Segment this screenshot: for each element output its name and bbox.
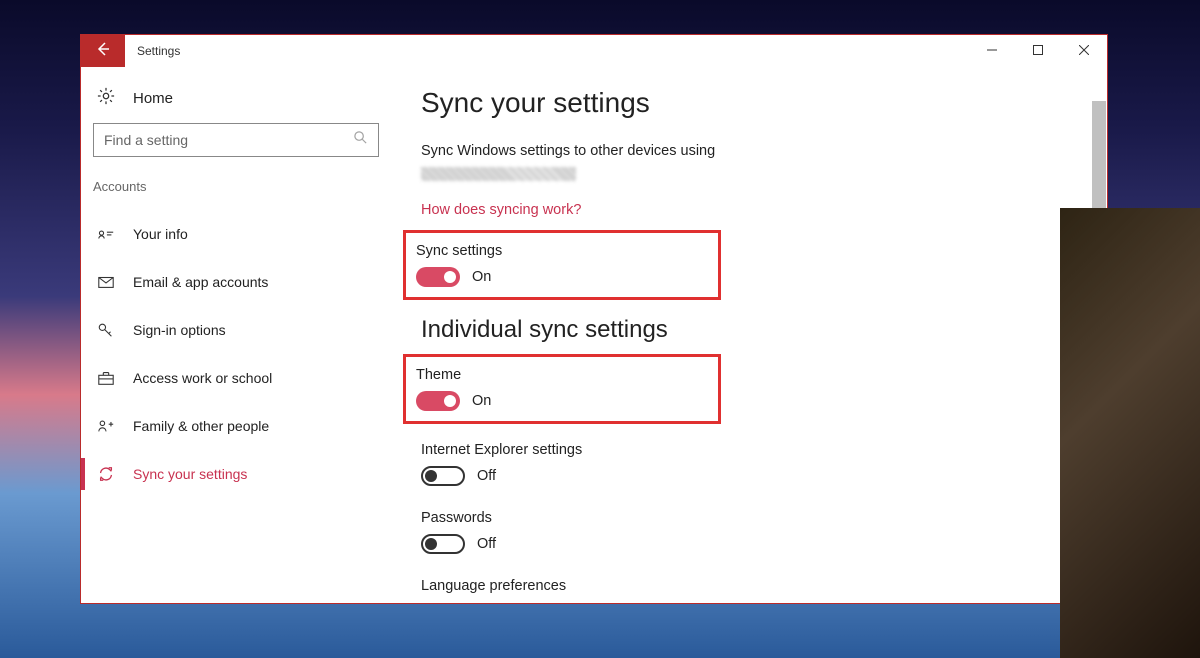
sidebar-item-work-school[interactable]: Access work or school [93, 354, 379, 402]
key-icon [97, 321, 115, 339]
theme-group: Theme On [403, 354, 721, 424]
search-icon [353, 130, 368, 150]
sync-icon [97, 465, 115, 483]
minimize-icon [987, 42, 997, 60]
content-pane: Sync your settings Sync Windows settings… [391, 67, 1107, 603]
titlebar: Settings [81, 35, 1107, 67]
language-group: Language preferences [421, 566, 721, 594]
sidebar-item-signin[interactable]: Sign-in options [93, 306, 379, 354]
sidebar-item-label: Sync your settings [133, 466, 247, 482]
briefcase-icon [97, 369, 115, 387]
sidebar-item-label: Sign-in options [133, 322, 226, 338]
gear-icon [97, 87, 115, 109]
sidebar: Home Accounts Your info Email & app [81, 67, 391, 603]
passwords-state: Off [477, 536, 496, 552]
sidebar-item-family[interactable]: Family & other people [93, 402, 379, 450]
account-redacted [421, 167, 576, 181]
ie-state: Off [477, 468, 496, 484]
home-label: Home [133, 90, 173, 107]
language-label: Language preferences [421, 578, 721, 594]
individual-heading: Individual sync settings [421, 316, 1107, 344]
sync-settings-label: Sync settings [416, 243, 708, 259]
mail-icon [97, 273, 115, 291]
settings-window: Settings Home [80, 34, 1108, 604]
page-heading: Sync your settings [421, 87, 1107, 119]
sidebar-item-label: Email & app accounts [133, 274, 268, 290]
back-button[interactable] [81, 35, 125, 67]
ie-toggle[interactable] [421, 466, 465, 486]
ie-group: Internet Explorer settings Off [421, 430, 721, 498]
sidebar-category: Accounts [93, 179, 379, 210]
person-card-icon [97, 225, 115, 243]
theme-label: Theme [416, 367, 708, 383]
window-title: Settings [125, 35, 969, 67]
arrow-left-icon [95, 41, 111, 62]
minimize-button[interactable] [969, 35, 1015, 67]
sync-settings-state: On [472, 269, 491, 285]
window-controls [969, 35, 1107, 67]
close-button[interactable] [1061, 35, 1107, 67]
sidebar-item-email[interactable]: Email & app accounts [93, 258, 379, 306]
sync-settings-toggle[interactable] [416, 267, 460, 287]
scrollbar-thumb[interactable] [1092, 101, 1106, 461]
sidebar-item-label: Access work or school [133, 370, 272, 386]
passwords-label: Passwords [421, 510, 721, 526]
theme-state: On [472, 393, 491, 409]
theme-toggle[interactable] [416, 391, 460, 411]
ie-label: Internet Explorer settings [421, 442, 721, 458]
maximize-icon [1033, 42, 1043, 60]
search-box[interactable] [93, 123, 379, 157]
window-body: Home Accounts Your info Email & app [81, 67, 1107, 603]
sync-settings-group: Sync settings On [403, 230, 721, 300]
passwords-toggle[interactable] [421, 534, 465, 554]
sidebar-item-label: Family & other people [133, 418, 269, 434]
maximize-button[interactable] [1015, 35, 1061, 67]
sidebar-item-your-info[interactable]: Your info [93, 210, 379, 258]
scrollbar[interactable] [1092, 101, 1106, 601]
passwords-group: Passwords Off [421, 498, 721, 566]
sidebar-item-label: Your info [133, 226, 188, 242]
close-icon [1079, 42, 1089, 60]
sidebar-item-sync[interactable]: Sync your settings [93, 450, 379, 498]
page-description: Sync Windows settings to other devices u… [421, 141, 1107, 163]
people-icon [97, 417, 115, 435]
help-link[interactable]: How does syncing work? [421, 202, 581, 218]
search-input[interactable] [104, 132, 353, 148]
sidebar-item-home[interactable]: Home [93, 77, 379, 123]
